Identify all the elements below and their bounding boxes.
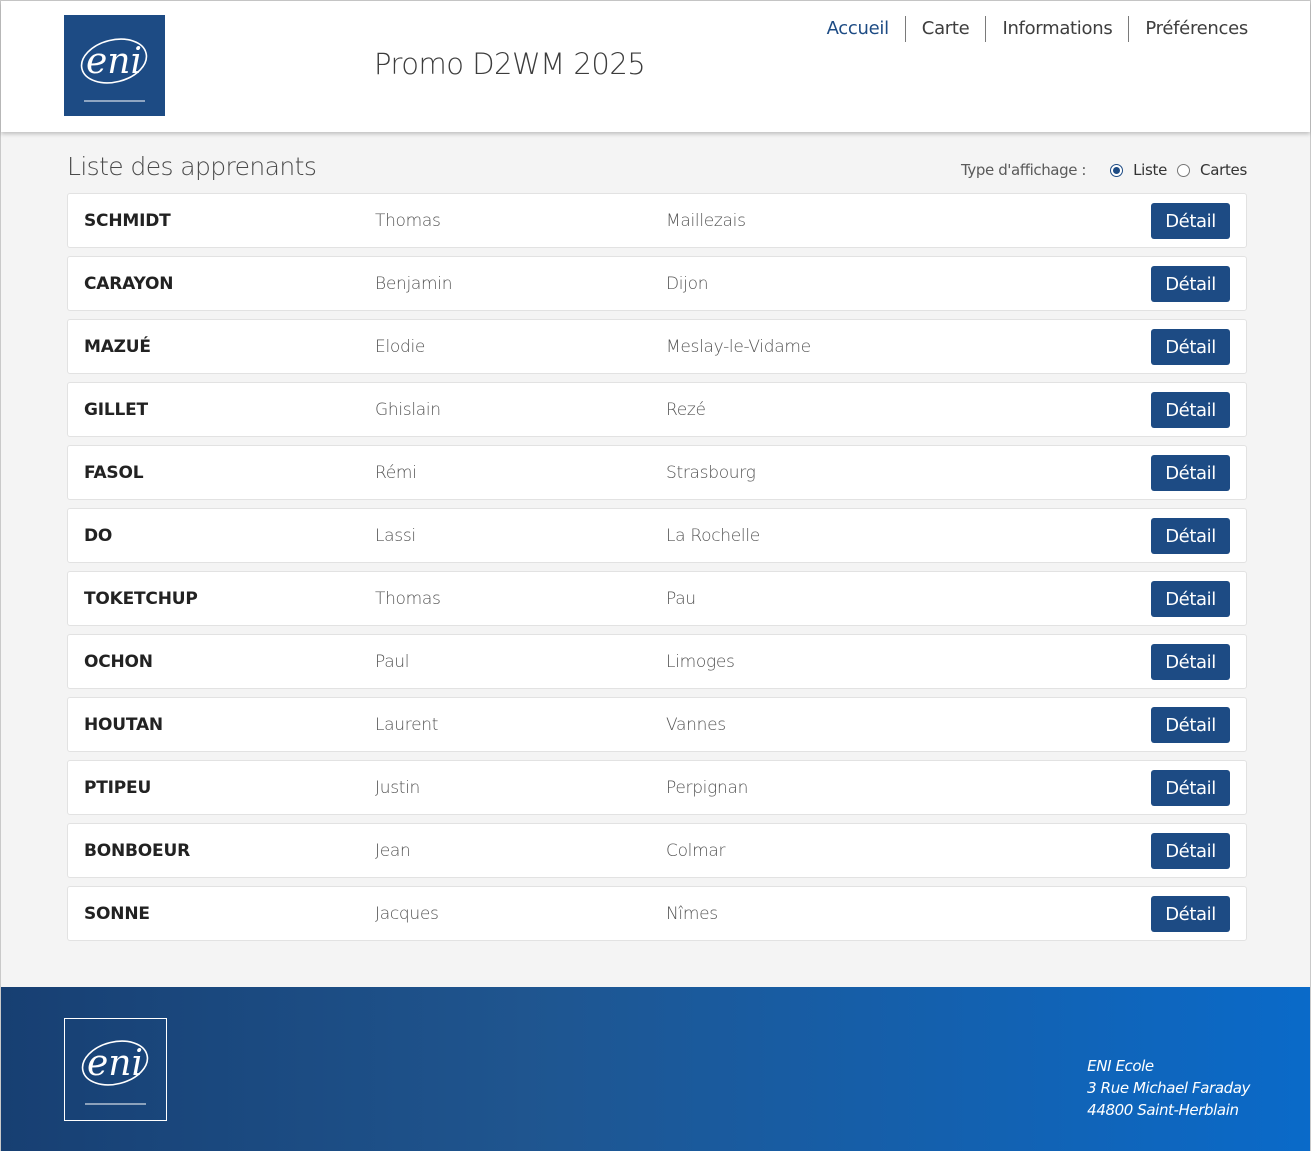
- nav-informations[interactable]: Informations: [985, 16, 1128, 42]
- detail-button[interactable]: Détail: [1151, 518, 1230, 554]
- city: Rezé: [666, 399, 706, 420]
- radio-cartes-label: Cartes: [1200, 161, 1247, 179]
- main-nav: Accueil Carte Informations Préférences: [811, 16, 1248, 42]
- first-name: Paul: [375, 651, 410, 672]
- radio-liste-label: Liste: [1133, 161, 1168, 179]
- detail-button[interactable]: Détail: [1151, 707, 1230, 743]
- city: Nîmes: [666, 903, 718, 924]
- radio-liste[interactable]: Liste: [1110, 161, 1167, 179]
- detail-button[interactable]: Détail: [1151, 266, 1230, 302]
- list-item: GILLET Ghislain Rezé Détail: [67, 382, 1247, 437]
- first-name: Jean: [375, 840, 411, 861]
- first-name: Benjamin: [375, 273, 453, 294]
- list-header: Liste des apprenants Type d'affichage : …: [67, 132, 1247, 193]
- detail-button[interactable]: Détail: [1151, 644, 1230, 680]
- detail-button[interactable]: Détail: [1151, 896, 1230, 932]
- last-name: HOUTAN: [84, 714, 163, 735]
- eni-logo[interactable]: eni: [64, 15, 165, 116]
- first-name: Justin: [375, 777, 421, 798]
- city: La Rochelle: [666, 525, 760, 546]
- city: Meslay-le-Vidame: [666, 336, 811, 357]
- address-line-street: 3 Rue Michael Faraday: [1087, 1079, 1250, 1097]
- radio-cartes[interactable]: Cartes: [1177, 161, 1247, 179]
- address-line-name: ENI Ecole: [1087, 1057, 1154, 1075]
- last-name: PTIPEU: [84, 777, 152, 798]
- city: Perpignan: [666, 777, 749, 798]
- city: Dijon: [666, 273, 709, 294]
- city: Maillezais: [666, 210, 746, 231]
- site-header: eni Promo D2WM 2025 Accueil Carte Inform…: [1, 1, 1310, 132]
- first-name: Elodie: [375, 336, 426, 357]
- first-name: Laurent: [375, 714, 439, 735]
- first-name: Ghislain: [375, 399, 441, 420]
- list-item: HOUTAN Laurent Vannes Détail: [67, 697, 1247, 752]
- list-title: Liste des apprenants: [67, 152, 317, 181]
- last-name: DO: [84, 525, 113, 546]
- detail-button[interactable]: Détail: [1151, 455, 1230, 491]
- last-name: TOKETCHUP: [84, 588, 198, 609]
- city: Colmar: [666, 840, 726, 861]
- display-type-selector: Type d'affichage : Liste Cartes: [961, 161, 1247, 179]
- list-item: BONBOEUR Jean Colmar Détail: [67, 823, 1247, 878]
- list-item: SCHMIDT Thomas Maillezais Détail: [67, 193, 1247, 248]
- city: Limoges: [666, 651, 735, 672]
- footer-eni-logo[interactable]: eni: [64, 1018, 167, 1121]
- main-content: Liste des apprenants Type d'affichage : …: [67, 132, 1247, 949]
- city: Strasbourg: [666, 462, 756, 483]
- list-item: PTIPEU Justin Perpignan Détail: [67, 760, 1247, 815]
- radio-cartes-button[interactable]: [1177, 163, 1191, 177]
- last-name: SCHMIDT: [84, 210, 171, 231]
- page-title: Promo D2WM 2025: [374, 47, 646, 81]
- radio-liste-button[interactable]: [1110, 163, 1124, 177]
- detail-button[interactable]: Détail: [1151, 329, 1230, 365]
- list-item: SONNE Jacques Nîmes Détail: [67, 886, 1247, 941]
- svg-text:eni: eni: [87, 1043, 143, 1084]
- last-name: GILLET: [84, 399, 148, 420]
- site-footer: eni ENI Ecole 3 Rue Michael Faraday 4480…: [1, 987, 1310, 1151]
- list-item: DO Lassi La Rochelle Détail: [67, 508, 1247, 563]
- last-name: OCHON: [84, 651, 153, 672]
- last-name: BONBOEUR: [84, 840, 190, 861]
- last-name: CARAYON: [84, 273, 174, 294]
- last-name: FASOL: [84, 462, 144, 483]
- display-type-label: Type d'affichage :: [960, 161, 1087, 179]
- first-name: Jacques: [375, 903, 439, 924]
- svg-text:eni: eni: [86, 41, 142, 82]
- detail-button[interactable]: Détail: [1151, 770, 1230, 806]
- detail-button[interactable]: Détail: [1151, 833, 1230, 869]
- learners-list: SCHMIDT Thomas Maillezais Détail CARAYON…: [67, 193, 1247, 941]
- list-item: FASOL Rémi Strasbourg Détail: [67, 445, 1247, 500]
- list-item: CARAYON Benjamin Dijon Détail: [67, 256, 1247, 311]
- nav-preferences[interactable]: Préférences: [1128, 16, 1248, 42]
- nav-accueil[interactable]: Accueil: [811, 16, 905, 42]
- first-name: Lassi: [375, 525, 416, 546]
- last-name: SONNE: [84, 903, 150, 924]
- nav-carte[interactable]: Carte: [904, 16, 986, 42]
- detail-button[interactable]: Détail: [1151, 392, 1230, 428]
- first-name: Rémi: [375, 462, 417, 483]
- city: Vannes: [666, 714, 726, 735]
- list-item: TOKETCHUP Thomas Pau Détail: [67, 571, 1247, 626]
- first-name: Thomas: [375, 588, 441, 609]
- address-line-city: 44800 Saint-Herblain: [1087, 1101, 1239, 1119]
- first-name: Thomas: [375, 210, 441, 231]
- eni-logo-icon: eni: [81, 1040, 149, 1105]
- eni-logo-icon: eni: [80, 38, 148, 102]
- list-item: MAZUÉ Elodie Meslay-le-Vidame Détail: [67, 319, 1247, 374]
- city: Pau: [666, 588, 696, 609]
- last-name: MAZUÉ: [84, 336, 151, 357]
- detail-button[interactable]: Détail: [1151, 581, 1230, 617]
- footer-address: ENI Ecole 3 Rue Michael Faraday 44800 Sa…: [1087, 1055, 1250, 1121]
- detail-button[interactable]: Détail: [1151, 203, 1230, 239]
- list-item: OCHON Paul Limoges Détail: [67, 634, 1247, 689]
